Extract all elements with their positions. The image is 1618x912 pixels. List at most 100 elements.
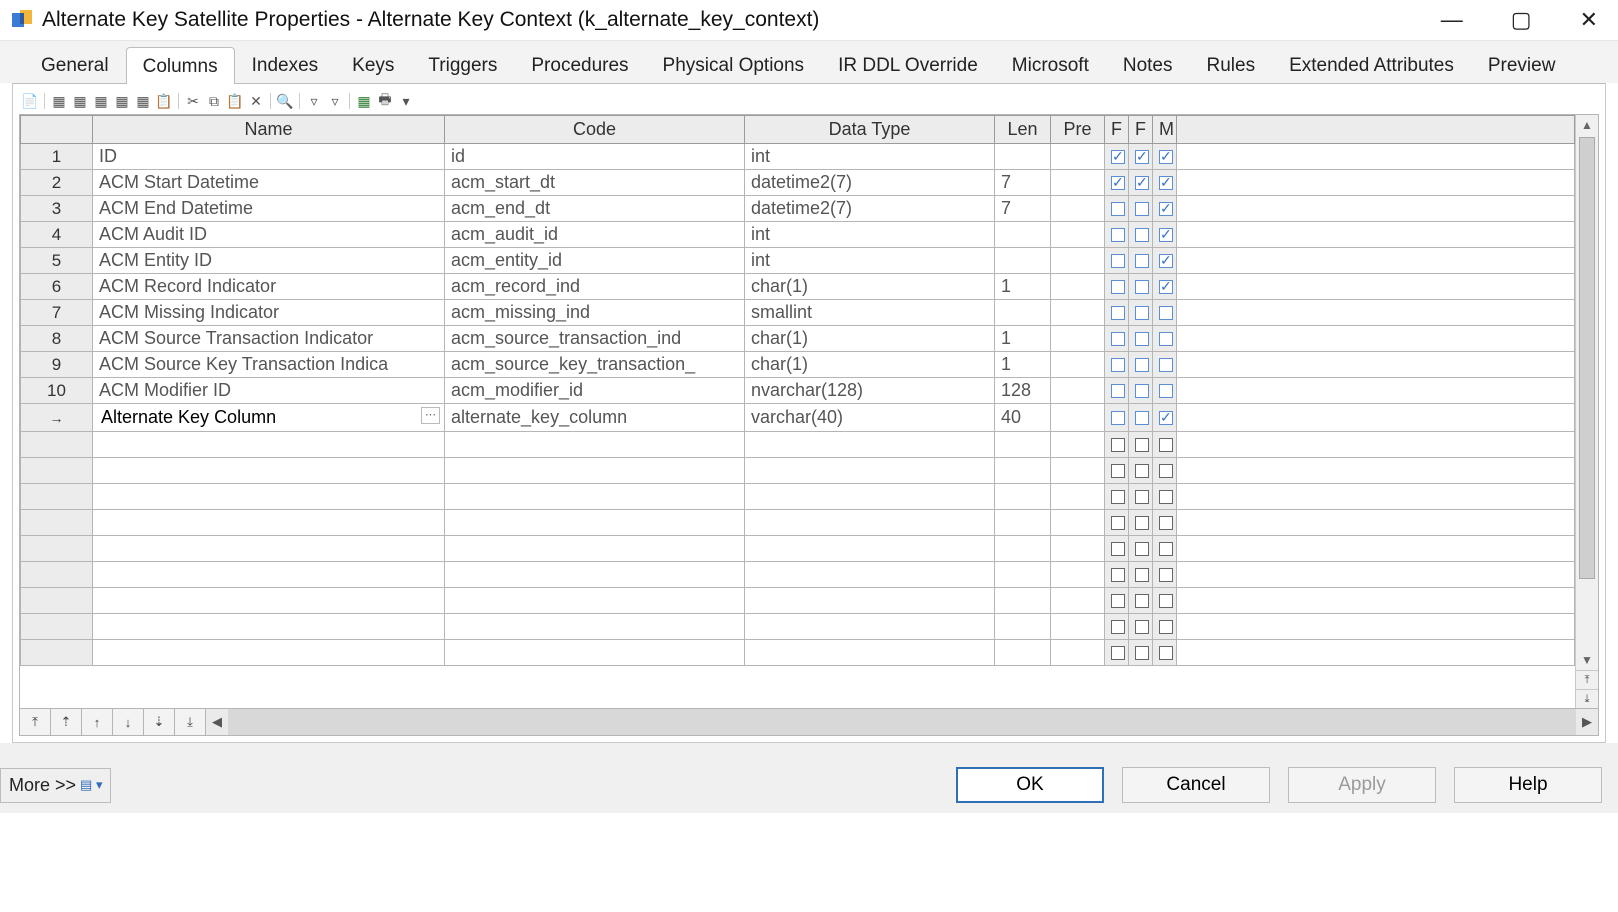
cell-name[interactable] [93, 458, 445, 484]
tool-delete-icon[interactable]: ✕ [247, 92, 265, 110]
checkbox-icon[interactable] [1159, 646, 1173, 660]
checkbox-icon[interactable] [1111, 438, 1125, 452]
checkbox-icon[interactable] [1111, 254, 1125, 268]
checkbox-icon[interactable] [1135, 358, 1149, 372]
cell-type[interactable]: datetime2(7) [745, 170, 995, 196]
tool-grid5-icon[interactable]: ▦ [134, 92, 152, 110]
row-number[interactable] [21, 536, 93, 562]
cell-pre[interactable] [1051, 222, 1105, 248]
cell-f1[interactable] [1105, 588, 1129, 614]
tab-extended-attributes[interactable]: Extended Attributes [1272, 46, 1471, 83]
table-row[interactable]: 5ACM Entity IDacm_entity_idint [21, 248, 1575, 274]
cell-name[interactable] [93, 432, 445, 458]
checkbox-icon[interactable] [1111, 620, 1125, 634]
checkbox-icon[interactable] [1159, 490, 1173, 504]
cell-len[interactable]: 7 [995, 196, 1051, 222]
cell-pre[interactable] [1051, 326, 1105, 352]
cell-f2[interactable] [1129, 536, 1153, 562]
maximize-button[interactable]: ▢ [1507, 5, 1536, 35]
scroll-top-icon[interactable]: ⤒ [1576, 670, 1598, 689]
cell-len[interactable]: 40 [995, 404, 1051, 432]
header-len[interactable]: Len [995, 116, 1051, 144]
row-move-top-icon[interactable]: ⤒ [20, 709, 51, 735]
checkbox-icon[interactable] [1135, 332, 1149, 346]
row-number[interactable] [21, 484, 93, 510]
header-rownum[interactable] [21, 116, 93, 144]
cell-name[interactable]: ACM Entity ID [93, 248, 445, 274]
cell-type[interactable] [745, 510, 995, 536]
checkbox-icon[interactable] [1135, 254, 1149, 268]
checkbox-icon[interactable] [1135, 438, 1149, 452]
cell-code[interactable]: acm_entity_id [445, 248, 745, 274]
cell-m[interactable] [1153, 588, 1177, 614]
cell-len[interactable]: 7 [995, 170, 1051, 196]
cell-name[interactable]: ID [93, 144, 445, 170]
checkbox-icon[interactable] [1159, 384, 1173, 398]
checkbox-icon[interactable] [1159, 176, 1173, 190]
cell-m[interactable] [1153, 352, 1177, 378]
cell-name[interactable]: ACM Source Transaction Indicator [93, 326, 445, 352]
tool-filter1-icon[interactable]: ▿ [305, 92, 323, 110]
row-number[interactable]: 9 [21, 352, 93, 378]
cell-f2[interactable] [1129, 326, 1153, 352]
cell-name[interactable] [93, 484, 445, 510]
cell-f1[interactable] [1105, 352, 1129, 378]
cell-len[interactable] [995, 300, 1051, 326]
cell-type[interactable]: int [745, 222, 995, 248]
checkbox-icon[interactable] [1135, 384, 1149, 398]
cell-len[interactable] [995, 588, 1051, 614]
cell-type[interactable] [745, 614, 995, 640]
cell-f2[interactable] [1129, 300, 1153, 326]
table-row[interactable] [21, 484, 1575, 510]
header-f2[interactable]: F [1129, 116, 1153, 144]
cell-f1[interactable] [1105, 404, 1129, 432]
tab-preview[interactable]: Preview [1471, 46, 1573, 83]
cell-name[interactable]: ACM Missing Indicator [93, 300, 445, 326]
cell-m[interactable] [1153, 196, 1177, 222]
cell-type[interactable]: nvarchar(128) [745, 378, 995, 404]
cell-code[interactable]: acm_end_dt [445, 196, 745, 222]
checkbox-icon[interactable] [1111, 280, 1125, 294]
cell-type[interactable] [745, 536, 995, 562]
cell-pre[interactable] [1051, 378, 1105, 404]
cell-len[interactable] [995, 536, 1051, 562]
checkbox-icon[interactable] [1135, 594, 1149, 608]
tab-ir-ddl-override[interactable]: IR DDL Override [821, 46, 995, 83]
minimize-button[interactable]: — [1437, 5, 1467, 35]
checkbox-icon[interactable] [1111, 332, 1125, 346]
checkbox-icon[interactable] [1159, 280, 1173, 294]
checkbox-icon[interactable] [1135, 411, 1149, 425]
checkbox-icon[interactable] [1159, 438, 1173, 452]
checkbox-icon[interactable] [1159, 306, 1173, 320]
cell-m[interactable] [1153, 484, 1177, 510]
cell-name[interactable]: ACM Modifier ID [93, 378, 445, 404]
cell-name[interactable] [93, 510, 445, 536]
cell-pre[interactable] [1051, 640, 1105, 666]
cell-len[interactable] [995, 248, 1051, 274]
row-move-up-icon[interactable]: ↑ [82, 709, 113, 735]
checkbox-icon[interactable] [1111, 358, 1125, 372]
cell-len[interactable] [995, 640, 1051, 666]
checkbox-icon[interactable] [1111, 594, 1125, 608]
row-number[interactable] [21, 404, 93, 432]
row-number[interactable]: 3 [21, 196, 93, 222]
checkbox-icon[interactable] [1135, 542, 1149, 556]
row-number[interactable]: 10 [21, 378, 93, 404]
row-number[interactable] [21, 432, 93, 458]
cell-m[interactable] [1153, 222, 1177, 248]
row-number[interactable]: 6 [21, 274, 93, 300]
cell-code[interactable]: acm_record_ind [445, 274, 745, 300]
cell-type[interactable] [745, 458, 995, 484]
cell-f2[interactable] [1129, 248, 1153, 274]
scroll-left-icon[interactable]: ◀ [206, 714, 228, 730]
cell-m[interactable] [1153, 432, 1177, 458]
cell-m[interactable] [1153, 536, 1177, 562]
row-move-down-icon[interactable]: ↓ [113, 709, 144, 735]
cell-f1[interactable] [1105, 378, 1129, 404]
tool-grid1-icon[interactable]: ▦ [50, 92, 68, 110]
tool-grid2-icon[interactable]: ▦ [71, 92, 89, 110]
cell-f2[interactable] [1129, 614, 1153, 640]
cell-code[interactable] [445, 614, 745, 640]
checkbox-icon[interactable] [1135, 202, 1149, 216]
checkbox-icon[interactable] [1111, 568, 1125, 582]
